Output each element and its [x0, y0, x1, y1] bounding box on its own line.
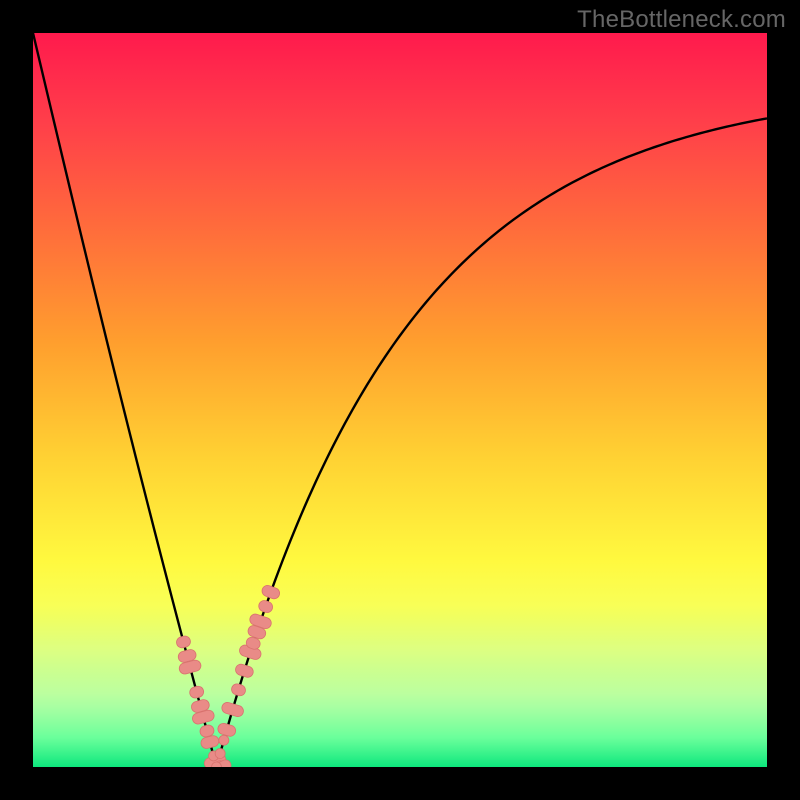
data-marker: [260, 584, 281, 600]
data-marker: [175, 635, 191, 649]
plot-area: [33, 33, 767, 767]
data-marker: [257, 599, 274, 614]
outer-frame: TheBottleneck.com: [0, 0, 800, 800]
data-marker: [219, 735, 229, 745]
data-marker: [217, 722, 237, 738]
data-marker: [189, 685, 205, 699]
bottleneck-curve-svg: [33, 33, 767, 767]
data-marker: [234, 663, 254, 679]
watermark-text: TheBottleneck.com: [577, 6, 786, 34]
data-marker: [200, 734, 220, 749]
data-marker: [221, 701, 245, 718]
data-marker: [215, 748, 225, 758]
bottleneck-curve: [33, 33, 767, 767]
data-marker: [230, 683, 247, 698]
